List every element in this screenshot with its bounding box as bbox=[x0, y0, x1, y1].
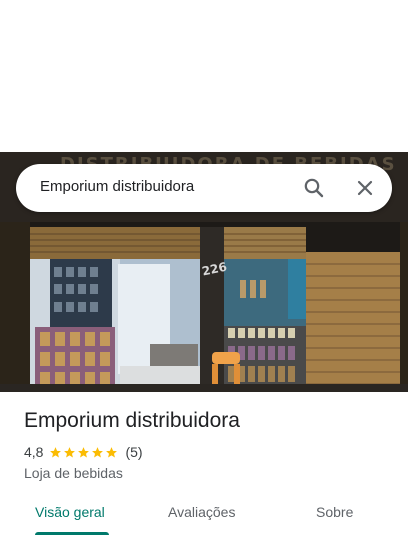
star-rating bbox=[49, 446, 119, 459]
rating-value: 4,8 bbox=[24, 444, 44, 460]
search-bar[interactable]: Emporium distribuidora bbox=[16, 164, 392, 212]
star-icon bbox=[64, 446, 76, 457]
review-count[interactable]: (5) bbox=[125, 444, 142, 460]
place-category: Loja de bebidas bbox=[24, 465, 123, 481]
place-title: Emporium distribuidora bbox=[24, 409, 240, 432]
tab-about[interactable]: Sobre bbox=[316, 504, 353, 520]
star-icon bbox=[106, 446, 118, 457]
search-icon[interactable] bbox=[302, 176, 326, 200]
star-icon bbox=[50, 446, 62, 457]
star-icon bbox=[92, 446, 104, 457]
tab-overview[interactable]: Visão geral bbox=[35, 504, 105, 520]
search-input[interactable]: Emporium distribuidora bbox=[40, 178, 194, 195]
tab-bar: Visão geral Avaliações Sobre bbox=[0, 492, 408, 544]
blank-area bbox=[0, 0, 408, 152]
rating-row[interactable]: 4,8 (5) bbox=[24, 444, 143, 460]
tab-reviews[interactable]: Avaliações bbox=[168, 504, 235, 520]
close-icon[interactable] bbox=[353, 176, 377, 200]
active-tab-indicator bbox=[35, 532, 109, 535]
star-icon bbox=[78, 446, 90, 457]
